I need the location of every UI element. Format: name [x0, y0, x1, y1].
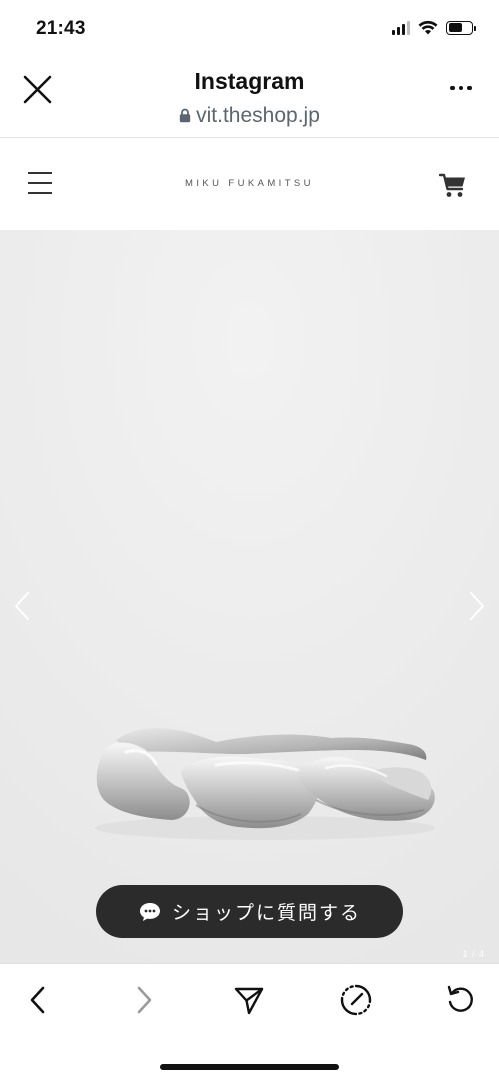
page-indicator: 1 / 4	[462, 949, 485, 959]
in-app-browser-header: Instagram vit.theshop.jp	[0, 60, 499, 138]
brand-logo[interactable]: MIKU FUKAMITSU	[0, 178, 499, 189]
chevron-right-icon[interactable]	[465, 590, 487, 622]
ask-shop-button[interactable]: ショップに質問する	[96, 885, 403, 938]
forward-button[interactable]	[126, 982, 162, 1018]
more-icon-dot	[450, 85, 455, 91]
safari-compass-icon	[340, 984, 372, 1016]
cart-icon	[438, 173, 465, 197]
battery-icon	[446, 20, 476, 35]
silver-ring-image	[96, 727, 435, 829]
home-indicator[interactable]	[160, 1064, 339, 1070]
more-icon-dot	[467, 85, 472, 91]
signal-icon	[392, 20, 410, 35]
forward-icon	[137, 986, 152, 1014]
lock-icon	[179, 108, 191, 123]
share-icon	[234, 987, 264, 1015]
url-text: vit.theshop.jp	[196, 104, 320, 127]
reload-icon	[447, 985, 473, 1012]
ask-shop-label: ショップに質問する	[171, 902, 361, 924]
chat-bubble-icon	[139, 902, 160, 921]
open-in-browser-button[interactable]	[338, 982, 374, 1018]
more-button[interactable]	[449, 80, 473, 96]
wifi-icon	[418, 20, 438, 35]
share-button[interactable]	[231, 982, 267, 1018]
status-bar: 21:43	[0, 0, 499, 60]
site-header: MIKU FUKAMITSU	[0, 138, 499, 230]
status-icons	[392, 20, 476, 35]
back-icon	[30, 986, 45, 1014]
chevron-left-icon[interactable]	[12, 590, 34, 622]
status-time: 21:43	[36, 18, 86, 39]
product-photo-background	[0, 230, 499, 963]
back-button[interactable]	[20, 982, 56, 1018]
cart-button[interactable]	[438, 173, 467, 199]
product-image-gallery[interactable]: 1 / 4	[0, 230, 499, 963]
browser-url[interactable]: vit.theshop.jp	[0, 104, 499, 128]
browser-toolbar	[0, 963, 499, 1080]
browser-title: Instagram	[194, 68, 305, 94]
more-icon-dot	[458, 85, 464, 91]
reload-button[interactable]	[443, 982, 479, 1018]
